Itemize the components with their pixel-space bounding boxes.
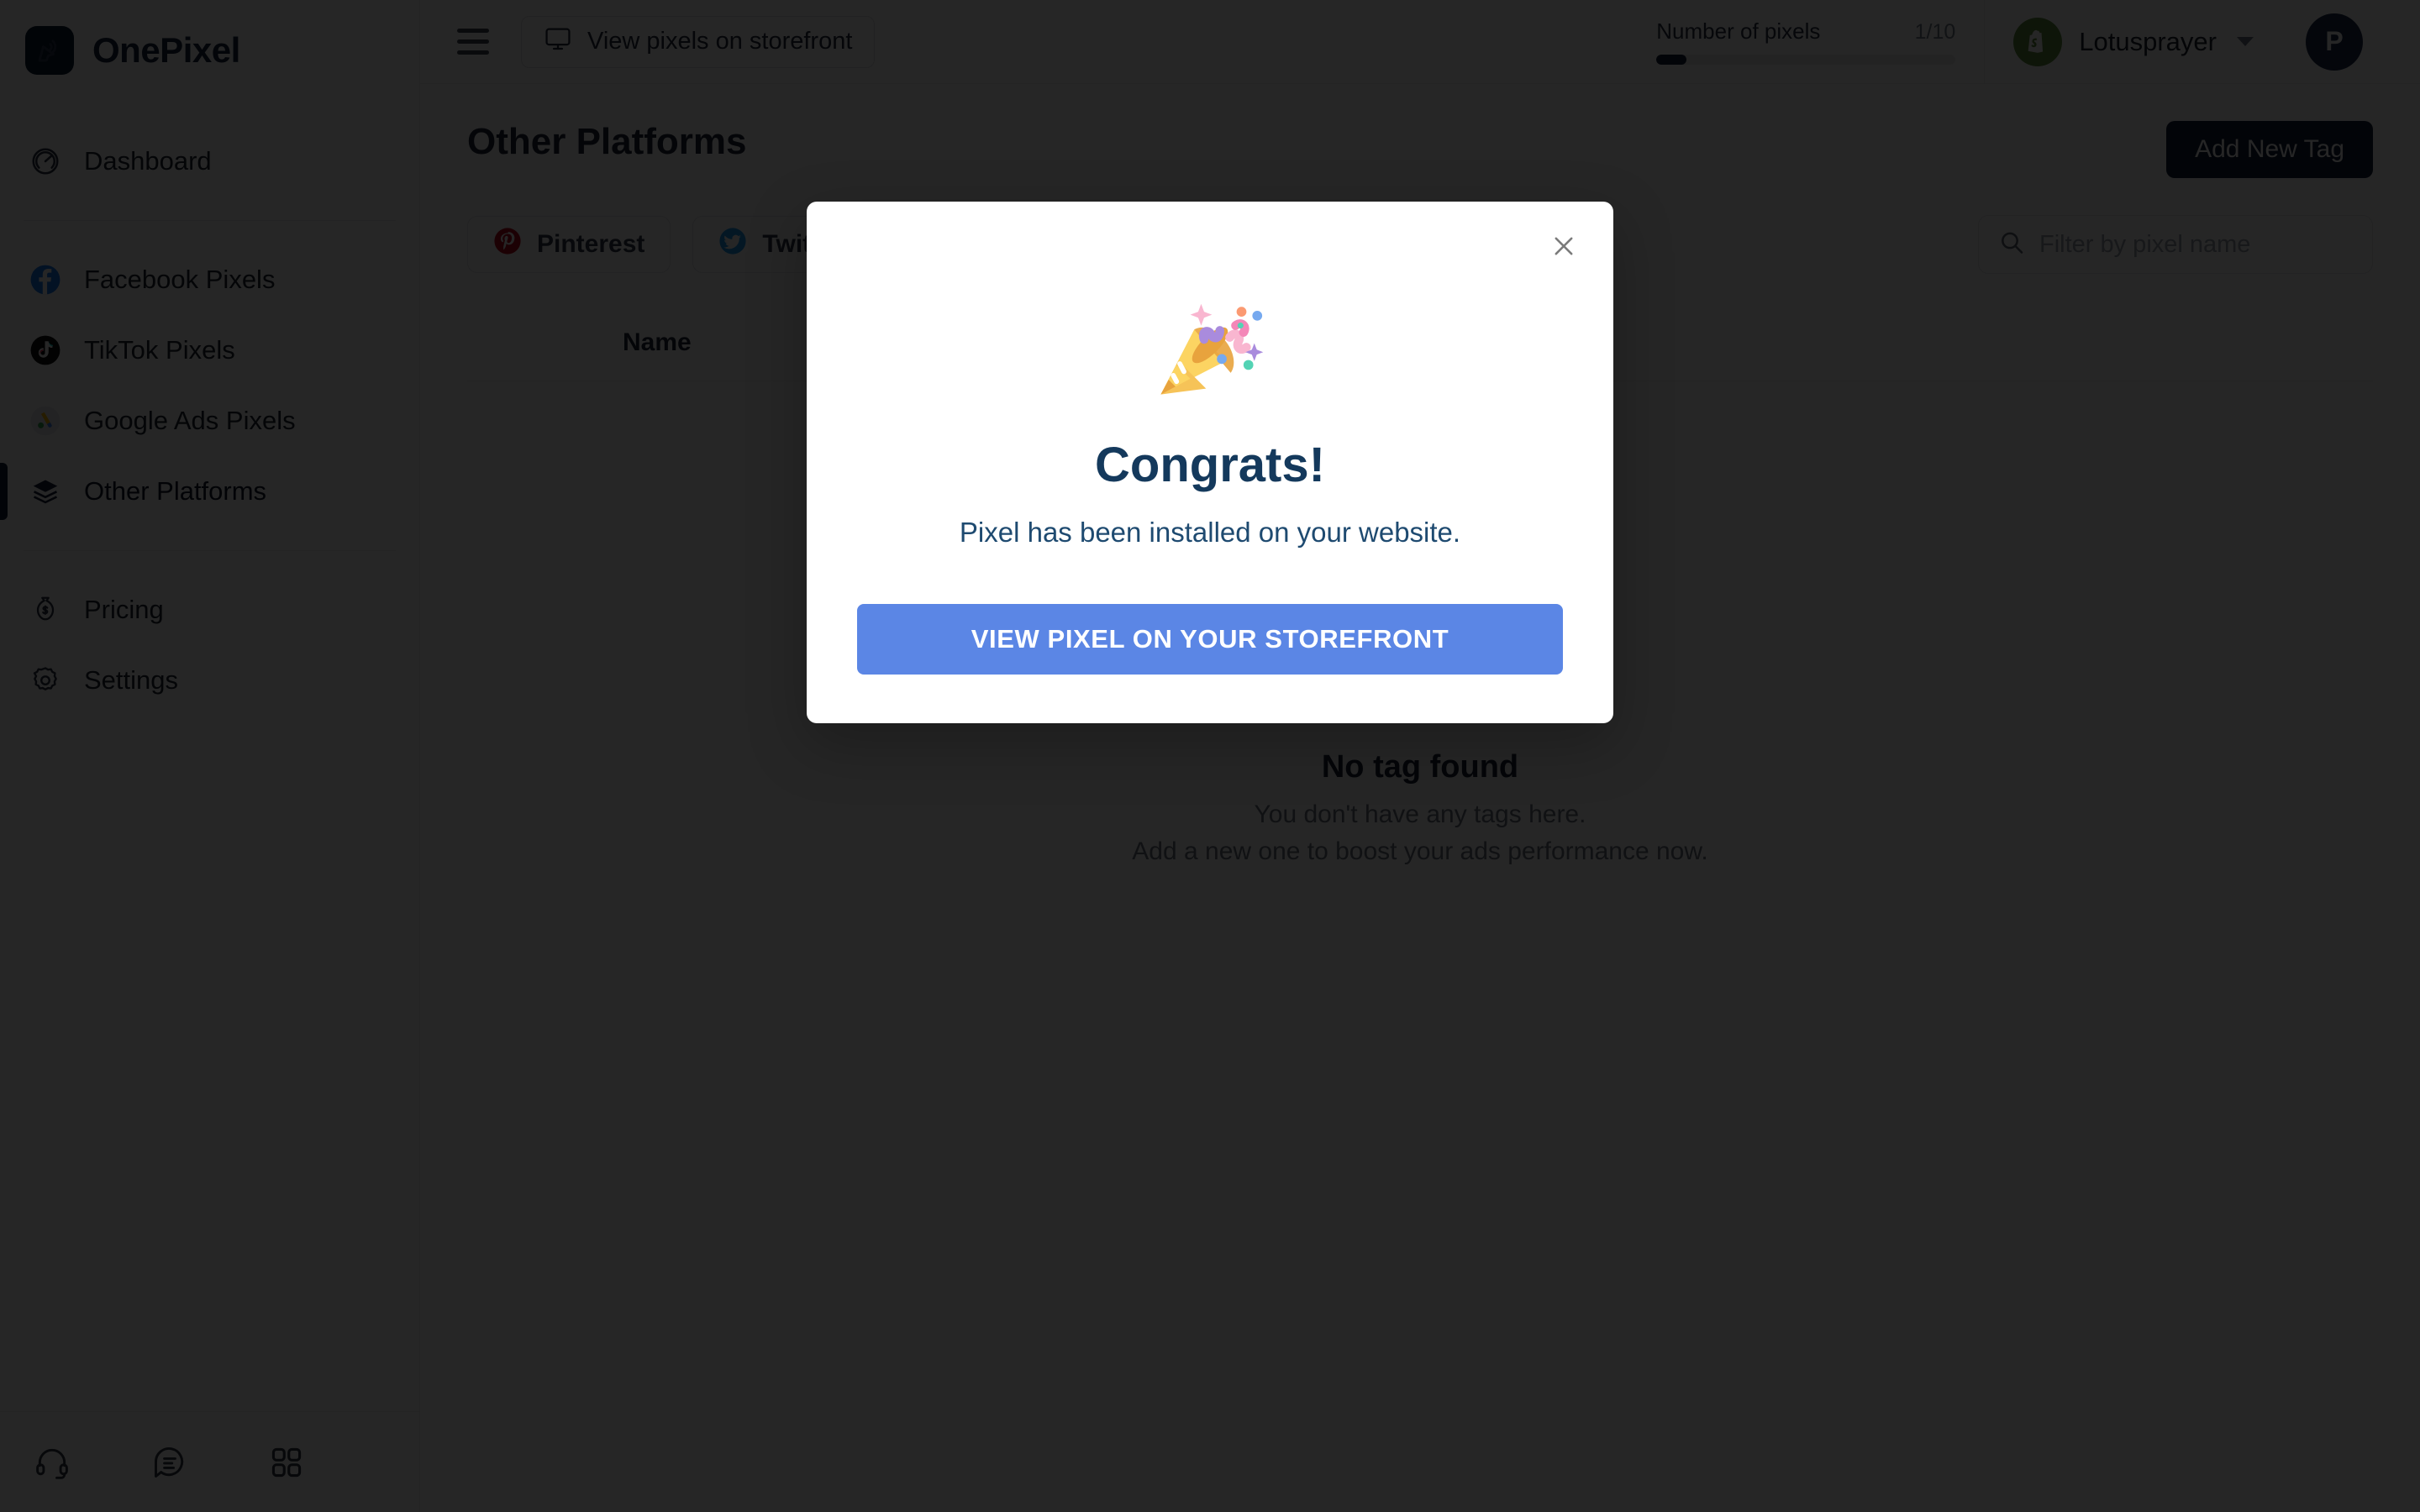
view-pixel-on-storefront-button[interactable]: VIEW PIXEL ON YOUR STOREFRONT: [857, 604, 1563, 675]
modal-subtitle: Pixel has been installed on your website…: [959, 517, 1461, 548]
app-root: OnePixel Dashboard: [0, 0, 2420, 1512]
modal-title: Congrats!: [1095, 438, 1325, 492]
close-icon[interactable]: [1538, 220, 1590, 272]
congrats-modal: Congrats! Pixel has been installed on yo…: [807, 202, 1613, 723]
party-popper-icon: [1160, 303, 1264, 395]
modal-body: Congrats! Pixel has been installed on yo…: [807, 202, 1613, 549]
